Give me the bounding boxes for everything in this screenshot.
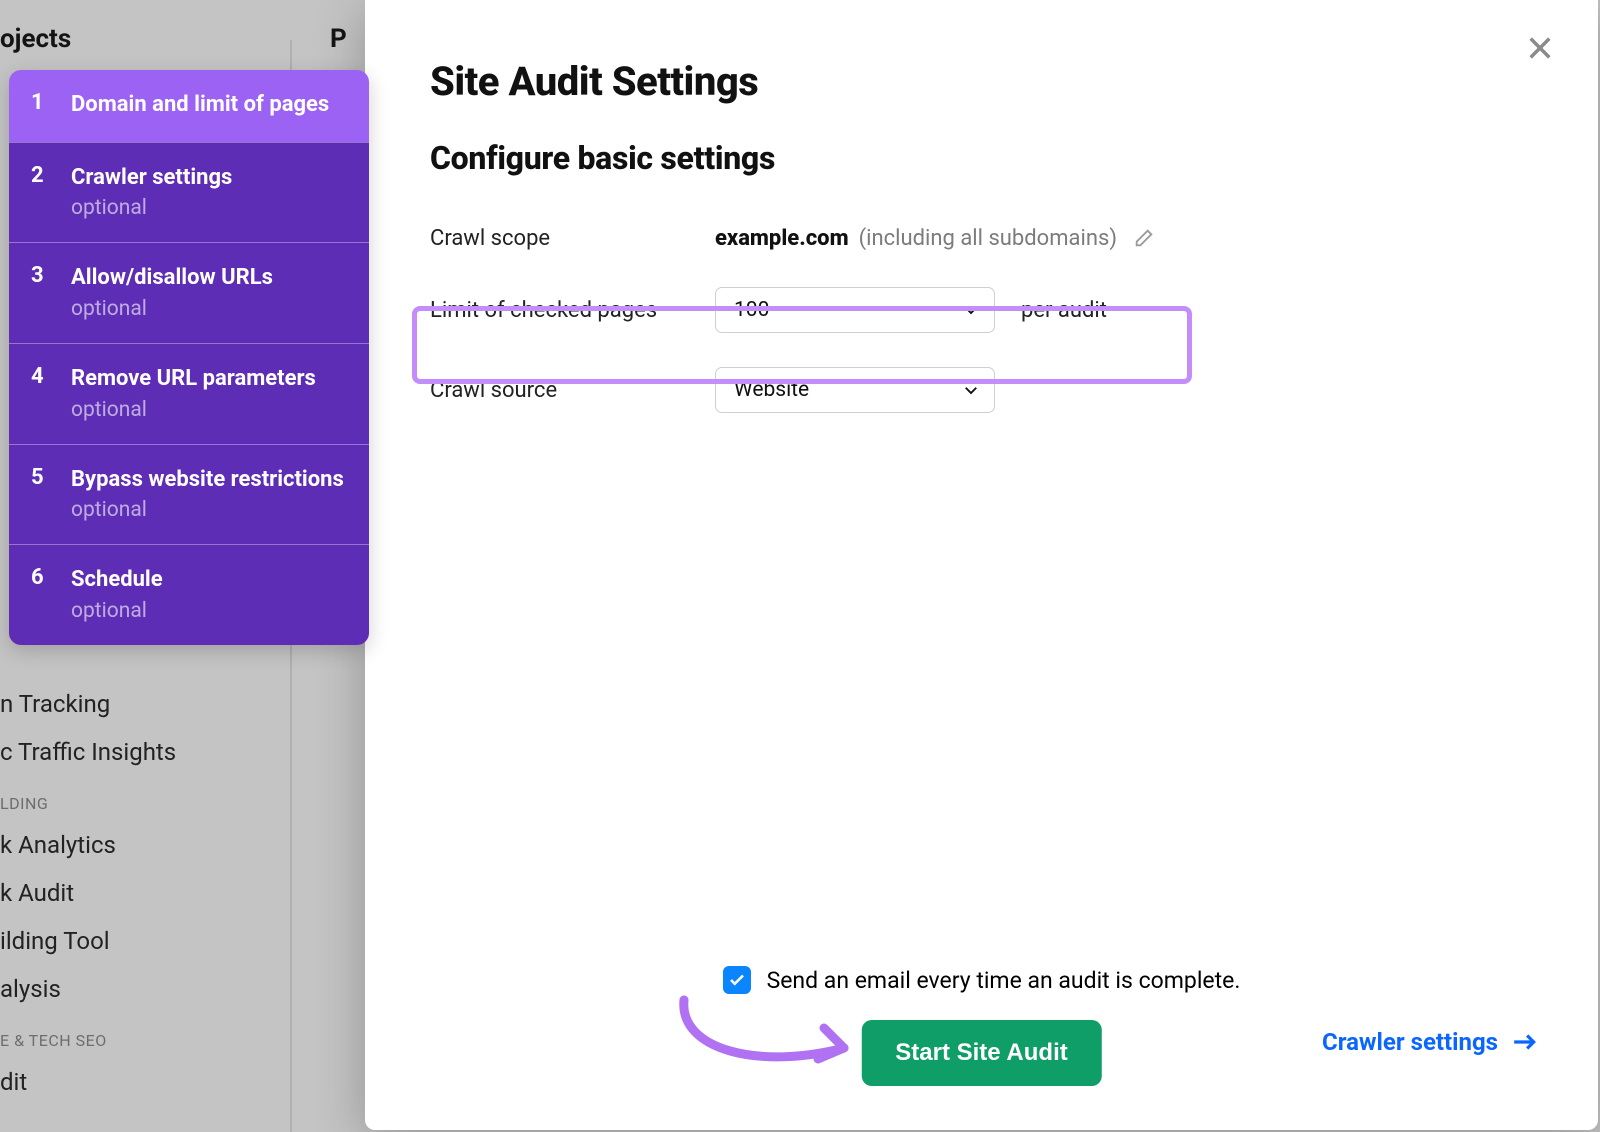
step-number: 6 — [31, 565, 71, 590]
footer-actions: Start Site Audit Crawler settings — [365, 1020, 1598, 1090]
setup-steps: 1 Domain and limit of pages 2 Crawler se… — [9, 70, 369, 645]
limit-pages-select[interactable]: 100 — [715, 287, 995, 333]
step-title: Bypass website restrictions — [71, 465, 347, 495]
chevron-down-icon — [962, 301, 980, 319]
arrow-right-icon — [1512, 1031, 1538, 1053]
step-number: 1 — [31, 90, 71, 115]
crawl-scope-domain: example.com — [715, 226, 849, 251]
edit-scope-button[interactable] — [1133, 227, 1155, 249]
crawl-scope-label: Crawl scope — [430, 226, 715, 251]
modal-subtitle: Configure basic settings — [430, 139, 1538, 177]
step-number: 5 — [31, 465, 71, 490]
row-crawl-source: Crawl source Website — [430, 359, 1538, 421]
crawl-scope-note: (including all subdomains) — [859, 226, 1117, 251]
step-number: 2 — [31, 163, 71, 188]
step-domain-limit[interactable]: 1 Domain and limit of pages — [9, 70, 369, 142]
modal-title: Site Audit Settings — [430, 58, 1538, 105]
limit-pages-suffix: per audit — [1021, 298, 1107, 323]
email-on-complete-checkbox[interactable] — [723, 966, 751, 994]
step-title: Allow/disallow URLs — [71, 263, 347, 293]
step-number: 3 — [31, 263, 71, 288]
step-optional: optional — [71, 398, 347, 422]
chevron-down-icon — [962, 381, 980, 399]
step-allow-disallow[interactable]: 3 Allow/disallow URLs optional — [9, 242, 369, 343]
step-optional: optional — [71, 599, 347, 623]
step-optional: optional — [71, 196, 347, 220]
step-optional: optional — [71, 498, 347, 522]
step-title: Domain and limit of pages — [71, 90, 347, 120]
step-crawler-settings[interactable]: 2 Crawler settings optional — [9, 142, 369, 243]
check-icon — [728, 971, 746, 989]
step-number: 4 — [31, 364, 71, 389]
email-on-complete-row: Send an email every time an audit is com… — [723, 966, 1241, 994]
step-title: Remove URL parameters — [71, 364, 347, 394]
step-bypass-restrictions[interactable]: 5 Bypass website restrictions optional — [9, 444, 369, 545]
email-on-complete-label: Send an email every time an audit is com… — [767, 967, 1241, 994]
limit-pages-value: 100 — [734, 298, 769, 322]
next-button-label: Crawler settings — [1322, 1028, 1498, 1056]
step-title: Schedule — [71, 565, 347, 595]
modal-footer: Send an email every time an audit is com… — [365, 966, 1598, 1090]
row-limit-pages: Limit of checked pages 100 per audit — [430, 279, 1538, 341]
start-site-audit-button[interactable]: Start Site Audit — [861, 1020, 1101, 1086]
crawl-source-value: Website — [734, 378, 809, 402]
crawl-source-select[interactable]: Website — [715, 367, 995, 413]
crawl-source-label: Crawl source — [430, 378, 715, 403]
step-schedule[interactable]: 6 Schedule optional — [9, 544, 369, 645]
modal-content: Site Audit Settings Configure basic sett… — [430, 58, 1538, 421]
row-crawl-scope: Crawl scope example.com (including all s… — [430, 207, 1538, 269]
limit-pages-label: Limit of checked pages — [430, 298, 715, 323]
site-audit-settings-modal: Site Audit Settings Configure basic sett… — [365, 0, 1598, 1130]
next-crawler-settings-button[interactable]: Crawler settings — [1322, 1028, 1538, 1056]
step-optional: optional — [71, 297, 347, 321]
step-title: Crawler settings — [71, 163, 347, 193]
step-remove-url-params[interactable]: 4 Remove URL parameters optional — [9, 343, 369, 444]
pencil-icon — [1133, 227, 1155, 249]
